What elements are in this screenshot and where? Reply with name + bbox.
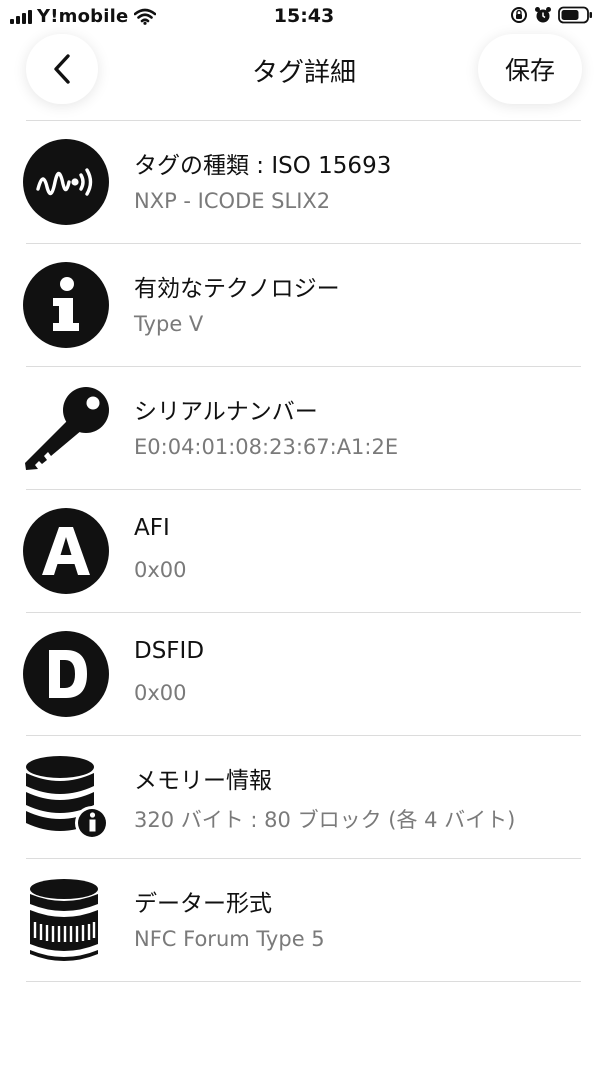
database-icon — [30, 879, 98, 961]
database-info-icon — [26, 756, 109, 840]
list-item-dsfid: DSFID 0x00 — [23, 613, 581, 736]
item-title: タグの種類 : ISO 15693 — [134, 153, 392, 179]
info-icon — [23, 262, 109, 348]
letter-a-icon — [23, 508, 109, 594]
list-item-afi: AFI 0x00 — [23, 490, 581, 613]
list-item-memory-info: メモリー情報 320 バイト : 80 ブロック (各 4 バイト) — [26, 736, 581, 859]
navigation-bar: タグ詳細 保存 — [0, 34, 608, 120]
key-icon — [25, 387, 109, 470]
status-bar: Y!mobile 15:43 — [0, 0, 608, 34]
item-title: データー形式 — [134, 891, 272, 917]
list-item-data-format: データー形式 NFC Forum Type 5 — [26, 859, 581, 982]
list-item-tag-type: タグの種類 : ISO 15693 NXP - ICODE SLIX2 — [23, 121, 581, 244]
battery-icon — [558, 6, 592, 24]
letter-d-icon — [23, 631, 109, 717]
item-value: 320 バイト : 80 ブロック (各 4 バイト) — [134, 808, 516, 832]
item-value: E0:04:01:08:23:67:A1:2E — [134, 435, 399, 459]
nfc-signal-icon — [23, 139, 109, 225]
list-item-technology: 有効なテクノロジー Type V — [23, 244, 581, 367]
tag-details-list: タグの種類 : ISO 15693 NXP - ICODE SLIX2 有効なテ… — [23, 120, 581, 982]
alarm-icon — [535, 7, 551, 23]
item-title: DSFID — [134, 638, 205, 664]
item-value: NXP - ICODE SLIX2 — [134, 189, 331, 213]
item-value: Type V — [134, 312, 204, 336]
item-title: メモリー情報 — [134, 768, 272, 794]
save-button[interactable]: 保存 — [478, 34, 582, 104]
item-title: シリアルナンバー — [134, 399, 318, 425]
item-title: AFI — [134, 515, 170, 541]
orientation-lock-icon — [511, 7, 527, 23]
item-value: NFC Forum Type 5 — [134, 927, 325, 951]
item-value: 0x00 — [134, 558, 187, 582]
item-title: 有効なテクノロジー — [134, 276, 340, 302]
item-value: 0x00 — [134, 681, 187, 705]
list-item-serial-number: シリアルナンバー E0:04:01:08:23:67:A1:2E — [25, 367, 581, 490]
status-right — [510, 6, 594, 24]
